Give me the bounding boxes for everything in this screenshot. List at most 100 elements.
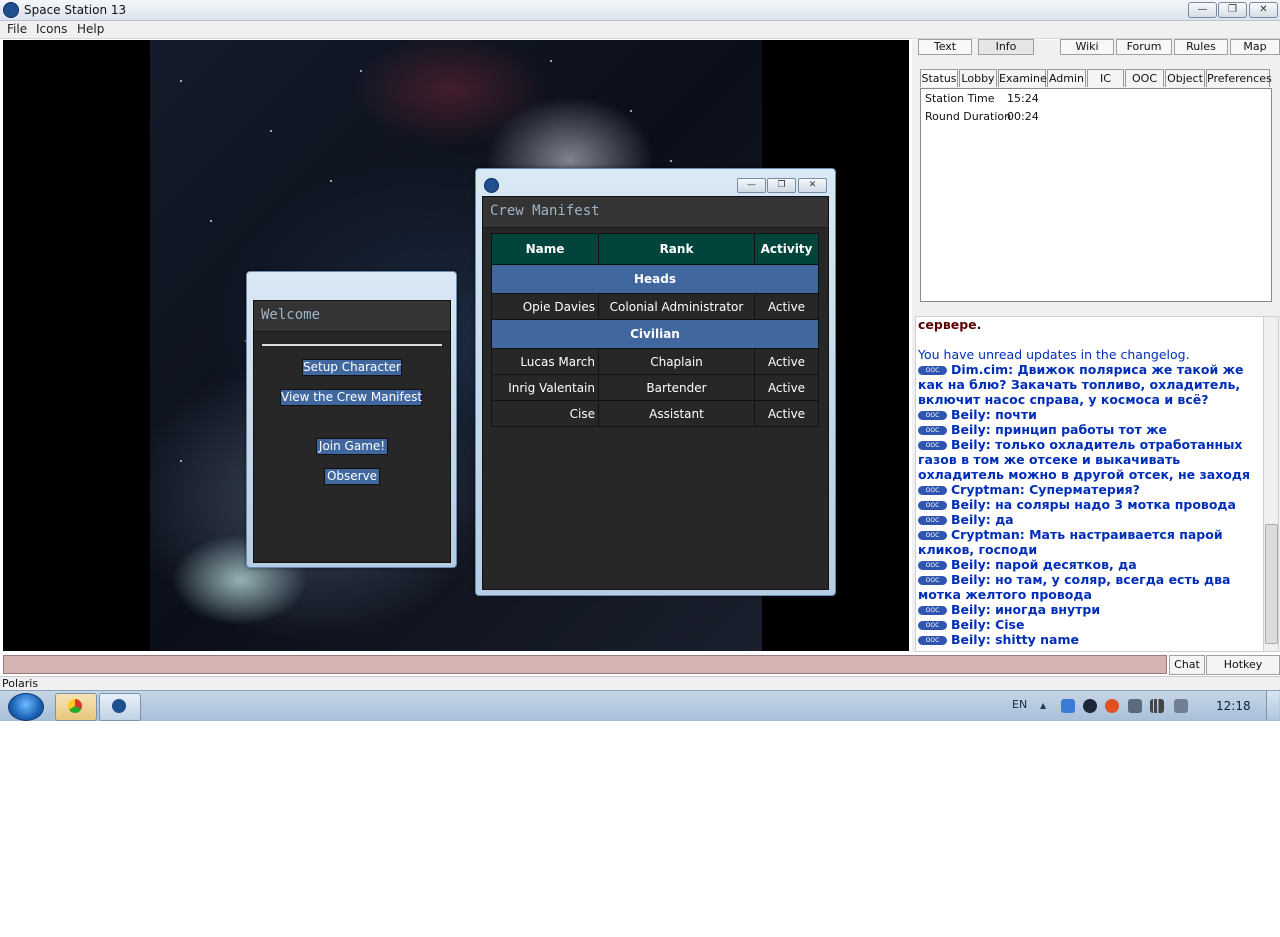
column-header-activity: Activity bbox=[754, 233, 819, 265]
start-button[interactable] bbox=[8, 693, 44, 721]
section-heads: Heads bbox=[491, 264, 819, 294]
divider bbox=[262, 344, 442, 346]
chat-message: OOC Beily: парой десятков, да bbox=[918, 557, 1263, 572]
device-icon[interactable] bbox=[1128, 699, 1142, 713]
chat-message: OOC Beily: на соляры надо 3 мотка провода bbox=[918, 497, 1263, 512]
crew-name: Opie Davies bbox=[491, 293, 599, 320]
chat-log[interactable]: сервере. You have unread updates in the … bbox=[915, 316, 1264, 652]
manifest-minimize-button[interactable]: — bbox=[737, 178, 766, 193]
ooc-tag: OOC bbox=[918, 531, 947, 540]
tab-status[interactable]: Status bbox=[920, 69, 958, 87]
chat-message: OOC Beily: только охладитель отработанных… bbox=[918, 437, 1250, 482]
volume-icon[interactable] bbox=[1174, 699, 1188, 713]
crew-activity: Active bbox=[754, 400, 819, 427]
ooc-tag: OOC bbox=[918, 576, 947, 585]
section-civilian: Civilian bbox=[491, 319, 819, 349]
ooc-tag: OOC bbox=[918, 621, 947, 630]
command-input[interactable] bbox=[3, 655, 1167, 674]
taskbar-ss13-icon[interactable] bbox=[99, 693, 141, 721]
rules-button[interactable]: Rules bbox=[1174, 39, 1228, 55]
menu-bar: File Icons Help bbox=[0, 21, 1280, 39]
crew-rank: Bartender bbox=[598, 374, 755, 401]
crew-activity: Active bbox=[754, 348, 819, 375]
table-row: Opie Davies Colonial Administrator Activ… bbox=[491, 293, 819, 320]
ooc-tag: OOC bbox=[918, 411, 947, 420]
maximize-button[interactable]: ❐ bbox=[1218, 2, 1247, 18]
round-duration-label: Round Duration bbox=[925, 110, 1012, 123]
taskbar: EN ▲ 12:18 bbox=[0, 690, 1280, 721]
language-indicator[interactable]: EN bbox=[1012, 698, 1027, 711]
window-titlebar: Space Station 13 — ❐ ✕ bbox=[0, 0, 1280, 21]
column-header-rank: Rank bbox=[598, 233, 755, 265]
manifest-close-button[interactable]: ✕ bbox=[798, 178, 827, 193]
tab-preferences[interactable]: Preferences bbox=[1206, 69, 1272, 87]
station-time-label: Station Time bbox=[925, 92, 995, 105]
taskbar-chrome-icon[interactable] bbox=[55, 693, 97, 721]
chat-message: OOC Beily: shitty name bbox=[918, 632, 1263, 647]
scrollbar-thumb[interactable] bbox=[1265, 524, 1278, 644]
clock[interactable]: 12:18 bbox=[1216, 699, 1251, 713]
tab-lobby[interactable]: Lobby bbox=[959, 69, 997, 87]
crew-manifest-table: Name Rank Activity Heads Opie Davies Col… bbox=[491, 233, 819, 427]
chat-message: OOC Cryptman: Суперматерия? bbox=[918, 482, 1263, 497]
chat-message: OOC Dim.cim: Движок поляриса же такой же … bbox=[918, 362, 1244, 407]
welcome-title: Welcome bbox=[254, 301, 450, 332]
steam-icon[interactable] bbox=[1083, 699, 1097, 713]
welcome-window: Welcome Setup Character View the Crew Ma… bbox=[246, 271, 457, 568]
tab-admin[interactable]: Admin bbox=[1047, 69, 1086, 87]
chat-message: OOC Cryptman: Мать настраивается парой кл… bbox=[918, 527, 1223, 557]
crew-rank: Chaplain bbox=[598, 348, 755, 375]
snowflake-icon[interactable] bbox=[1061, 699, 1075, 713]
crew-rank: Assistant bbox=[598, 400, 755, 427]
status-bar: Polaris bbox=[0, 676, 1280, 691]
setup-character-button[interactable]: Setup Character bbox=[302, 359, 402, 376]
view-crew-manifest-button[interactable]: View the Crew Manifest bbox=[280, 389, 422, 406]
chat-scrollbar[interactable] bbox=[1263, 316, 1279, 652]
ooc-tag: OOC bbox=[918, 366, 947, 375]
map-button[interactable]: Map bbox=[1230, 39, 1280, 55]
observe-button[interactable]: Observe bbox=[324, 468, 380, 485]
tray-expand-icon[interactable]: ▲ bbox=[1040, 701, 1046, 710]
info-button[interactable]: Info bbox=[978, 39, 1034, 55]
tray-app-icon[interactable] bbox=[1105, 699, 1119, 713]
menu-file[interactable]: File bbox=[7, 22, 27, 36]
chat-button[interactable]: Chat bbox=[1169, 655, 1205, 675]
chat-message: OOC Beily: но там, у соляр, всегда есть д… bbox=[918, 572, 1231, 602]
window-title: Space Station 13 bbox=[24, 3, 127, 17]
minimize-button[interactable]: — bbox=[1188, 2, 1217, 18]
tab-ic[interactable]: IC bbox=[1087, 69, 1124, 87]
hotkey-toggle-button[interactable]: Hotkey Toggle bbox=[1206, 655, 1280, 689]
status-bar-text: Polaris bbox=[2, 677, 39, 690]
tab-ooc[interactable]: OOC bbox=[1125, 69, 1164, 87]
crew-rank: Colonial Administrator bbox=[598, 293, 755, 320]
ooc-tag: OOC bbox=[918, 486, 947, 495]
changelog-line: You have unread updates in the changelog… bbox=[918, 347, 1190, 362]
ooc-tag: OOC bbox=[918, 606, 947, 615]
manifest-maximize-button[interactable]: ❐ bbox=[767, 178, 796, 193]
tab-examine[interactable]: Examine bbox=[998, 69, 1047, 87]
chat-message: OOC Beily: иногда внутри bbox=[918, 602, 1263, 617]
crew-manifest-window: — ❐ ✕ Crew Manifest Name Rank Activity H… bbox=[475, 168, 836, 596]
column-header-name: Name bbox=[491, 233, 599, 265]
tab-object[interactable]: Object bbox=[1165, 69, 1205, 87]
forum-button[interactable]: Forum bbox=[1116, 39, 1172, 55]
network-icon[interactable] bbox=[1150, 699, 1164, 713]
manifest-title: Crew Manifest bbox=[483, 197, 828, 228]
chat-message: OOC Beily: принцип работы тот же bbox=[918, 422, 1263, 437]
join-game-button[interactable]: Join Game! bbox=[316, 438, 388, 455]
crew-name: Cise bbox=[491, 400, 599, 427]
crew-activity: Active bbox=[754, 374, 819, 401]
ooc-tag: OOC bbox=[918, 516, 947, 525]
menu-icons[interactable]: Icons bbox=[36, 22, 67, 36]
close-button[interactable]: ✕ bbox=[1249, 2, 1278, 18]
crew-name: Lucas March bbox=[491, 348, 599, 375]
text-button[interactable]: Text bbox=[918, 39, 972, 55]
ooc-tag: OOC bbox=[918, 501, 947, 510]
table-row: Inrig Valentain Bartender Active bbox=[491, 374, 819, 401]
show-desktop-button[interactable] bbox=[1266, 691, 1279, 720]
chat-message: OOC Beily: почти bbox=[918, 407, 1263, 422]
wiki-button[interactable]: Wiki bbox=[1060, 39, 1114, 55]
round-duration-value: 00:24 bbox=[1007, 110, 1039, 123]
menu-help[interactable]: Help bbox=[77, 22, 104, 36]
server-line: сервере. bbox=[918, 317, 982, 332]
